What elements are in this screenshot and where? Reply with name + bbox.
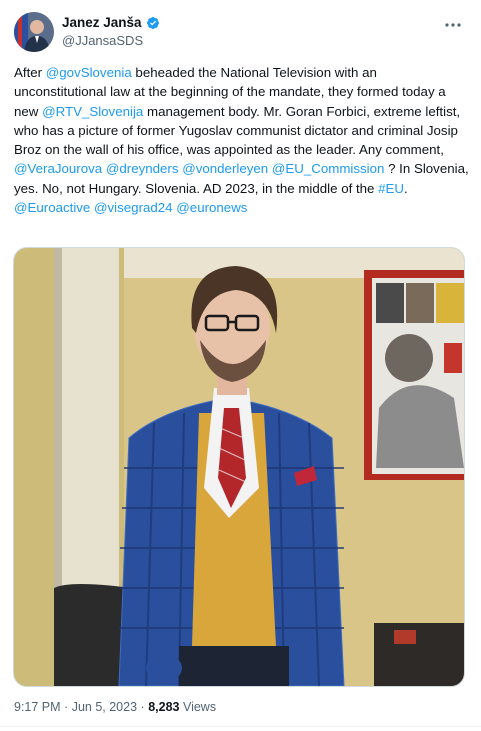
hashtag-link[interactable]: #EU <box>378 181 404 196</box>
mention-link[interactable]: @VeraJourova <box>14 161 102 176</box>
mention-link[interactable]: @govSlovenia <box>46 65 132 80</box>
tweet-date[interactable]: Jun 5, 2023 <box>72 700 137 714</box>
tweet-meta: 9:17 PM · Jun 5, 2023 · 8,283 Views <box>14 700 216 714</box>
meta-separator: · <box>64 700 69 714</box>
mention-link[interactable]: @visegrad24 <box>94 200 173 215</box>
handle[interactable]: @JJansaSDS <box>62 33 143 48</box>
divider <box>0 726 481 727</box>
mention-link[interactable]: @vonderleyen <box>182 161 268 176</box>
more-options-icon[interactable] <box>441 16 465 34</box>
mention-link[interactable]: @dreynders <box>106 161 179 176</box>
photo-image <box>14 248 464 686</box>
tweet-text-segment: . <box>404 180 408 196</box>
tweet-header: Janez Janša @JJansaSDS <box>14 12 469 56</box>
mention-link[interactable]: @euronews <box>176 200 247 215</box>
mention-link[interactable]: @RTV_Slovenija <box>42 104 143 119</box>
mention-link[interactable]: @EU_Commission <box>272 161 385 176</box>
verified-badge-icon <box>146 16 160 30</box>
tweet-text-segment: After <box>14 65 46 80</box>
mention-link[interactable]: @Euroactive <box>14 200 90 215</box>
tweet-card: Janez Janša @JJansaSDS After @govSloveni… <box>0 0 481 731</box>
display-name[interactable]: Janez Janša <box>62 15 142 30</box>
tweet-time[interactable]: 9:17 PM <box>14 700 61 714</box>
meta-separator-2: · <box>140 700 145 714</box>
tweet-text: After @govSlovenia beheaded the National… <box>14 63 470 217</box>
views-label: Views <box>182 700 217 714</box>
avatar-image <box>14 12 54 52</box>
avatar[interactable] <box>14 12 54 52</box>
name-row: Janez Janša <box>62 15 160 30</box>
tweet-photo[interactable] <box>13 247 465 687</box>
views-count: 8,283 <box>148 700 180 714</box>
